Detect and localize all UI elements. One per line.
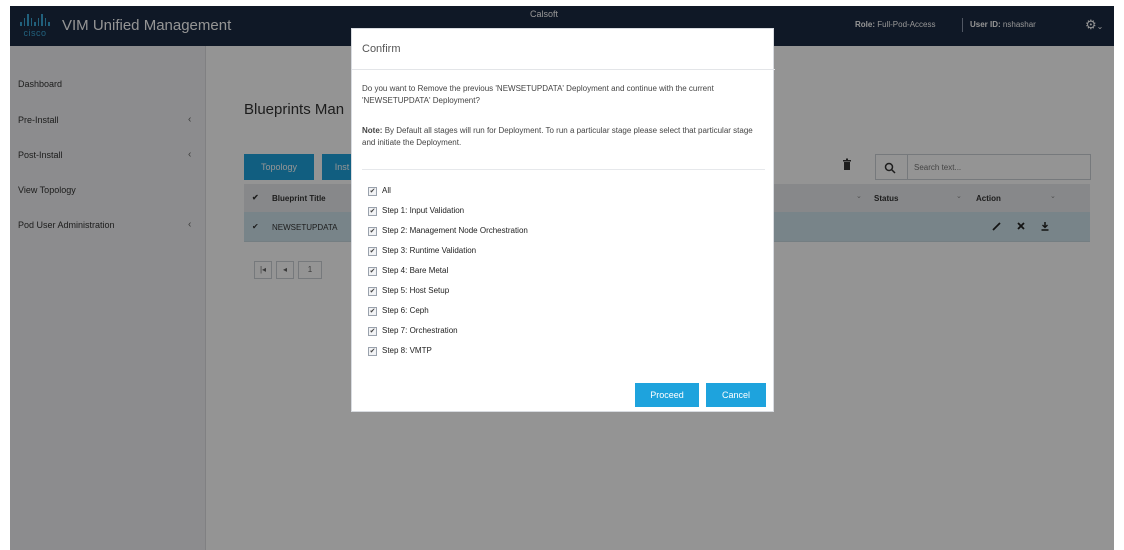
confirm-message: Do you want to Remove the previous 'NEWS… (362, 84, 714, 105)
proceed-button[interactable]: Proceed (635, 383, 699, 407)
stage-checkbox[interactable]: ✔ (368, 207, 377, 216)
app-frame: cisco VIM Unified Management Calsoft Rol… (10, 6, 1114, 550)
stage-label: Step 8: VMTP (382, 346, 432, 355)
stage-checkbox[interactable]: ✔ (368, 347, 377, 356)
stage-checkbox[interactable]: ✔ (368, 267, 377, 276)
stage-label: Step 6: Ceph (382, 306, 429, 315)
stage-checkbox[interactable]: ✔ (368, 327, 377, 336)
note-body: By Default all stages will run for Deplo… (362, 126, 753, 147)
stage-checkbox[interactable]: ✔ (368, 247, 377, 256)
stage-label: Step 3: Runtime Validation (382, 246, 477, 255)
stage-checkbox[interactable]: ✔ (368, 287, 377, 296)
stage-checkbox[interactable]: ✔ (368, 187, 377, 196)
cancel-button[interactable]: Cancel (706, 383, 766, 407)
stage-checkbox[interactable]: ✔ (368, 307, 377, 316)
stage-list-divider (362, 169, 765, 170)
stage-label: Step 5: Host Setup (382, 286, 450, 295)
stage-label: Step 7: Orchestration (382, 326, 458, 335)
stage-label: Step 4: Bare Metal (382, 266, 449, 275)
confirm-dialog: Confirm Do you want to Remove the previo… (351, 28, 775, 412)
note-label: Note: (362, 126, 383, 135)
stage-label: Step 2: Management Node Orchestration (382, 226, 528, 235)
dialog-title: Confirm (362, 43, 401, 55)
stage-label: Step 1: Input Validation (382, 206, 465, 215)
stage-label: All (382, 186, 391, 195)
note-message: Note: By Default all stages will run for… (362, 125, 767, 149)
dialog-divider (352, 69, 775, 70)
stage-checkbox[interactable]: ✔ (368, 227, 377, 236)
